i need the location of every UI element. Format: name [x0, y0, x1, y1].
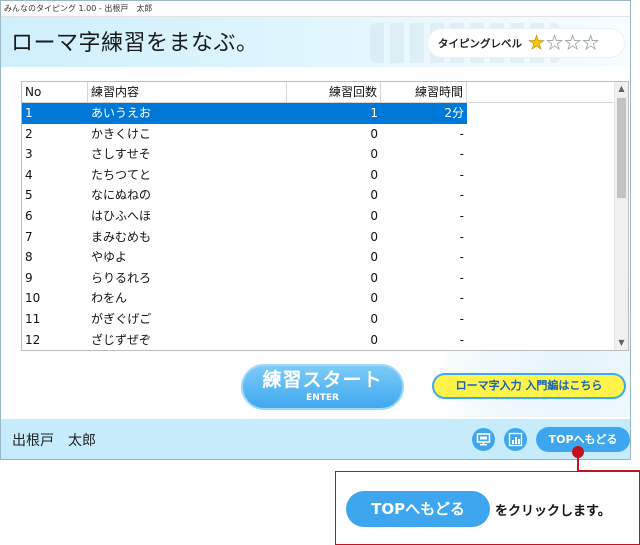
- table-row[interactable]: 6 はひふへほ 0 -: [22, 206, 628, 227]
- monitor-icon: [476, 433, 491, 446]
- level-stars: ★★★★: [528, 31, 600, 54]
- table-row[interactable]: 7 まみむめも 0 -: [22, 227, 628, 248]
- row-no: 10: [25, 291, 41, 306]
- table-row[interactable]: 3 さしすせそ 0 -: [22, 144, 628, 165]
- column-header-time[interactable]: 練習時間: [381, 82, 467, 103]
- column-header-count[interactable]: 練習回数: [287, 82, 381, 103]
- page-title: ローマ字練習をまなぶ。: [11, 31, 259, 56]
- start-practice-shortcut: ENTER: [306, 393, 339, 403]
- row-practice-time: -: [459, 332, 464, 347]
- row-lesson-name: はひふへほ: [91, 208, 152, 223]
- callout-instruction-text: をクリックします。: [495, 504, 611, 519]
- row-practice-count: 0: [370, 229, 378, 244]
- footer-bar: 出根戸 太郎 TOPへもどる: [1, 419, 630, 459]
- row-no: 9: [25, 270, 33, 285]
- row-practice-time: -: [459, 208, 464, 223]
- callout-top-button-image: TOPへもどる: [346, 491, 490, 527]
- app-window: みんなのタイピング 1.00 - 出根戸 太郎 ローマ字練習をまなぶ。 タイピン…: [0, 0, 631, 460]
- list-scrollbar[interactable]: ▲ ▼: [614, 82, 628, 350]
- row-practice-time: -: [459, 126, 464, 141]
- table-row[interactable]: 12 ざじずぜぞ 0 -: [22, 330, 628, 350]
- row-lesson-name: あいうえお: [91, 106, 152, 120]
- row-lesson-name: さしすせそ: [91, 147, 151, 162]
- star-outline-icon: ★: [564, 31, 582, 54]
- row-practice-time: -: [459, 167, 464, 182]
- column-header-no[interactable]: No: [22, 82, 88, 103]
- lesson-list[interactable]: No 練習内容 練習回数 練習時間 1 あいうえお 1 2分 2 かきくけこ 0 - 3 さしすせ…: [21, 81, 629, 351]
- callout-pointer-dot: [572, 446, 584, 458]
- row-lesson-name: らりるれろ: [91, 270, 152, 285]
- lesson-list-header: No 練習内容 練習回数 練習時間: [22, 82, 628, 103]
- row-lesson-name: なにぬねの: [91, 188, 152, 203]
- header-banner: ローマ字練習をまなぶ。 タイピングレベル ★★★★: [1, 17, 630, 67]
- row-lesson-name: わをん: [91, 291, 128, 306]
- row-practice-count: 0: [370, 311, 378, 326]
- row-practice-time: -: [459, 250, 464, 265]
- row-practice-time: -: [459, 147, 464, 162]
- typing-level-label: タイピングレベル: [438, 37, 522, 50]
- row-practice-count: 0: [370, 291, 378, 306]
- scroll-down-arrow-icon[interactable]: ▼: [615, 336, 628, 350]
- scroll-up-arrow-icon[interactable]: ▲: [615, 82, 628, 96]
- instruction-callout: TOPへもどる をクリックします。: [335, 471, 640, 545]
- table-row[interactable]: 5 なにぬねの 0 -: [22, 185, 628, 206]
- row-practice-time: 2分: [444, 106, 464, 120]
- row-practice-time: -: [459, 188, 464, 203]
- stage: みんなのタイピング 1.00 - 出根戸 太郎 ローマ字練習をまなぶ。 タイピン…: [0, 0, 640, 545]
- row-practice-count: 0: [370, 126, 378, 141]
- row-practice-count: 0: [370, 250, 378, 265]
- table-row[interactable]: 1 あいうえお 1 2分: [22, 103, 467, 124]
- row-no: 6: [25, 208, 33, 223]
- column-header-name[interactable]: 練習内容: [88, 82, 287, 103]
- bar-chart-icon: [508, 432, 523, 447]
- row-lesson-name: まみむめも: [91, 229, 152, 244]
- main-content: No 練習内容 練習回数 練習時間 1 あいうえお 1 2分 2 かきくけこ 0 - 3 さしすせ…: [1, 67, 630, 419]
- table-row[interactable]: 4 たちつてと 0 -: [22, 165, 628, 186]
- start-practice-label: 練習スタート: [262, 369, 383, 391]
- star-outline-icon: ★: [546, 31, 564, 54]
- row-lesson-name: かきくけこ: [91, 126, 152, 141]
- row-no: 7: [25, 229, 33, 244]
- row-no: 8: [25, 250, 33, 265]
- table-row[interactable]: 2 かきくけこ 0 -: [22, 124, 628, 145]
- row-practice-count: 0: [370, 208, 378, 223]
- star-outline-icon: ★: [582, 31, 600, 54]
- row-lesson-name: ざじずぜぞ: [91, 332, 152, 347]
- scroll-thumb[interactable]: [617, 98, 626, 198]
- row-practice-count: 0: [370, 147, 378, 162]
- intro-course-button[interactable]: ローマ字入力 入門編はこちら: [432, 373, 626, 399]
- row-practice-time: -: [459, 311, 464, 326]
- star-filled-icon: ★: [528, 31, 546, 54]
- row-practice-count: 0: [370, 332, 378, 347]
- typing-level-badge: タイピングレベル ★★★★: [428, 29, 624, 57]
- table-row[interactable]: 8 やゆよ 0 -: [22, 247, 628, 268]
- row-no: 3: [25, 147, 33, 162]
- row-no: 11: [25, 311, 41, 326]
- row-no: 2: [25, 126, 33, 141]
- user-name: 出根戸 太郎: [12, 433, 96, 449]
- row-practice-count: 0: [370, 167, 378, 182]
- row-no: 12: [25, 332, 41, 347]
- statistics-button[interactable]: [504, 428, 527, 451]
- row-lesson-name: たちつてと: [91, 167, 152, 182]
- table-row[interactable]: 9 らりるれろ 0 -: [22, 268, 628, 289]
- row-practice-time: -: [459, 291, 464, 306]
- lesson-rows: 1 あいうえお 1 2分 2 かきくけこ 0 - 3 さしすせそ 0 - 4 たちつてと 0 - 5 なにぬねの 0…: [22, 103, 628, 350]
- row-practice-time: -: [459, 229, 464, 244]
- display-settings-button[interactable]: [472, 428, 495, 451]
- table-row[interactable]: 10 わをん 0 -: [22, 288, 628, 309]
- table-row[interactable]: 11 がぎぐげご 0 -: [22, 309, 628, 330]
- window-titlebar: みんなのタイピング 1.00 - 出根戸 太郎: [1, 1, 630, 17]
- row-no: 1: [25, 106, 33, 120]
- row-practice-count: 1: [370, 106, 378, 120]
- row-practice-count: 0: [370, 188, 378, 203]
- start-practice-button[interactable]: 練習スタート ENTER: [241, 364, 404, 410]
- row-no: 4: [25, 167, 33, 182]
- row-lesson-name: がぎぐげご: [91, 311, 152, 326]
- row-lesson-name: やゆよ: [91, 250, 128, 265]
- row-practice-time: -: [459, 270, 464, 285]
- row-no: 5: [25, 188, 33, 203]
- row-practice-count: 0: [370, 270, 378, 285]
